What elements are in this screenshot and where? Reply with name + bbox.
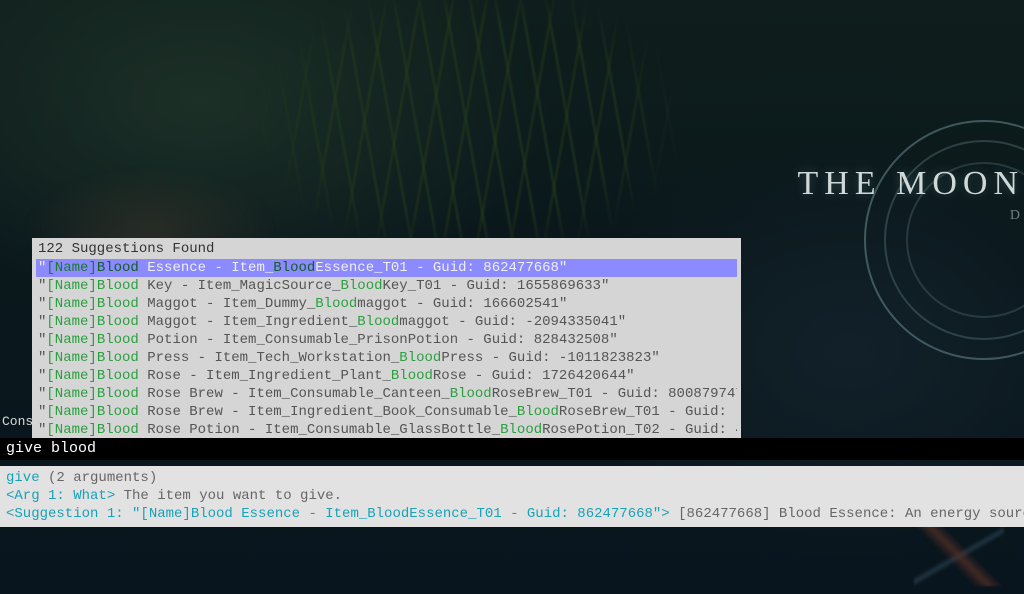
help-arg1-label: <Arg 1: What> (6, 488, 115, 504)
scene-decoration-icon (914, 526, 1004, 586)
help-line-suggestion: <Suggestion 1: "[Name]Blood Essence - It… (6, 505, 1018, 523)
truncated-left-label: Cons (2, 414, 33, 429)
quest-title: THE MOON (798, 165, 1024, 203)
suggestion-row[interactable]: "[Name]Blood Potion - Item_Consumable_Pr… (36, 331, 737, 349)
suggestion-row[interactable]: "[Name]Blood Key - Item_MagicSource_Bloo… (36, 277, 737, 295)
help-arg1-desc: The item you want to give. (115, 488, 342, 504)
help-line-arg1: <Arg 1: What> The item you want to give. (6, 487, 1018, 505)
suggestion-row[interactable]: "[Name]Blood Essence - Item_BloodEssence… (36, 259, 737, 277)
suggestions-list[interactable]: "[Name]Blood Essence - Item_BloodEssence… (36, 259, 737, 439)
help-command-args: (2 arguments) (40, 470, 158, 486)
suggestion-row[interactable]: "[Name]Blood Press - Item_Tech_Workstati… (36, 349, 737, 367)
help-command-name: give (6, 470, 40, 486)
suggestion-row[interactable]: "[Name]Blood Rose Brew - Item_Consumable… (36, 385, 737, 403)
suggestion-row[interactable]: "[Name]Blood Maggot - Item_Dummy_Bloodma… (36, 295, 737, 313)
console-input[interactable]: give blood (0, 438, 1024, 460)
suggestion-row[interactable]: "[Name]Blood Rose - Item_Ingredient_Plan… (36, 367, 737, 385)
suggestion-row[interactable]: "[Name]Blood Maggot - Item_Ingredient_Bl… (36, 313, 737, 331)
console-suggestions-panel: 122 Suggestions Found "[Name]Blood Essen… (32, 238, 741, 443)
help-suggestion-desc: [862477668] Blood Essence: An energy sou… (670, 506, 1024, 522)
quest-subtitle-fragment: D (1010, 208, 1024, 224)
help-suggestion-label: <Suggestion 1: "[Name]Blood Essence - It… (6, 506, 670, 522)
help-line-command: give (2 arguments) (6, 469, 1018, 487)
quest-emblem (854, 110, 1024, 370)
suggestion-row[interactable]: "[Name]Blood Rose Potion - Item_Consumab… (36, 421, 737, 439)
suggestion-row[interactable]: "[Name]Blood Rose Brew - Item_Ingredient… (36, 403, 737, 421)
console-help-panel: give (2 arguments) <Arg 1: What> The ite… (0, 466, 1024, 527)
suggestions-count: 122 Suggestions Found (36, 240, 737, 259)
